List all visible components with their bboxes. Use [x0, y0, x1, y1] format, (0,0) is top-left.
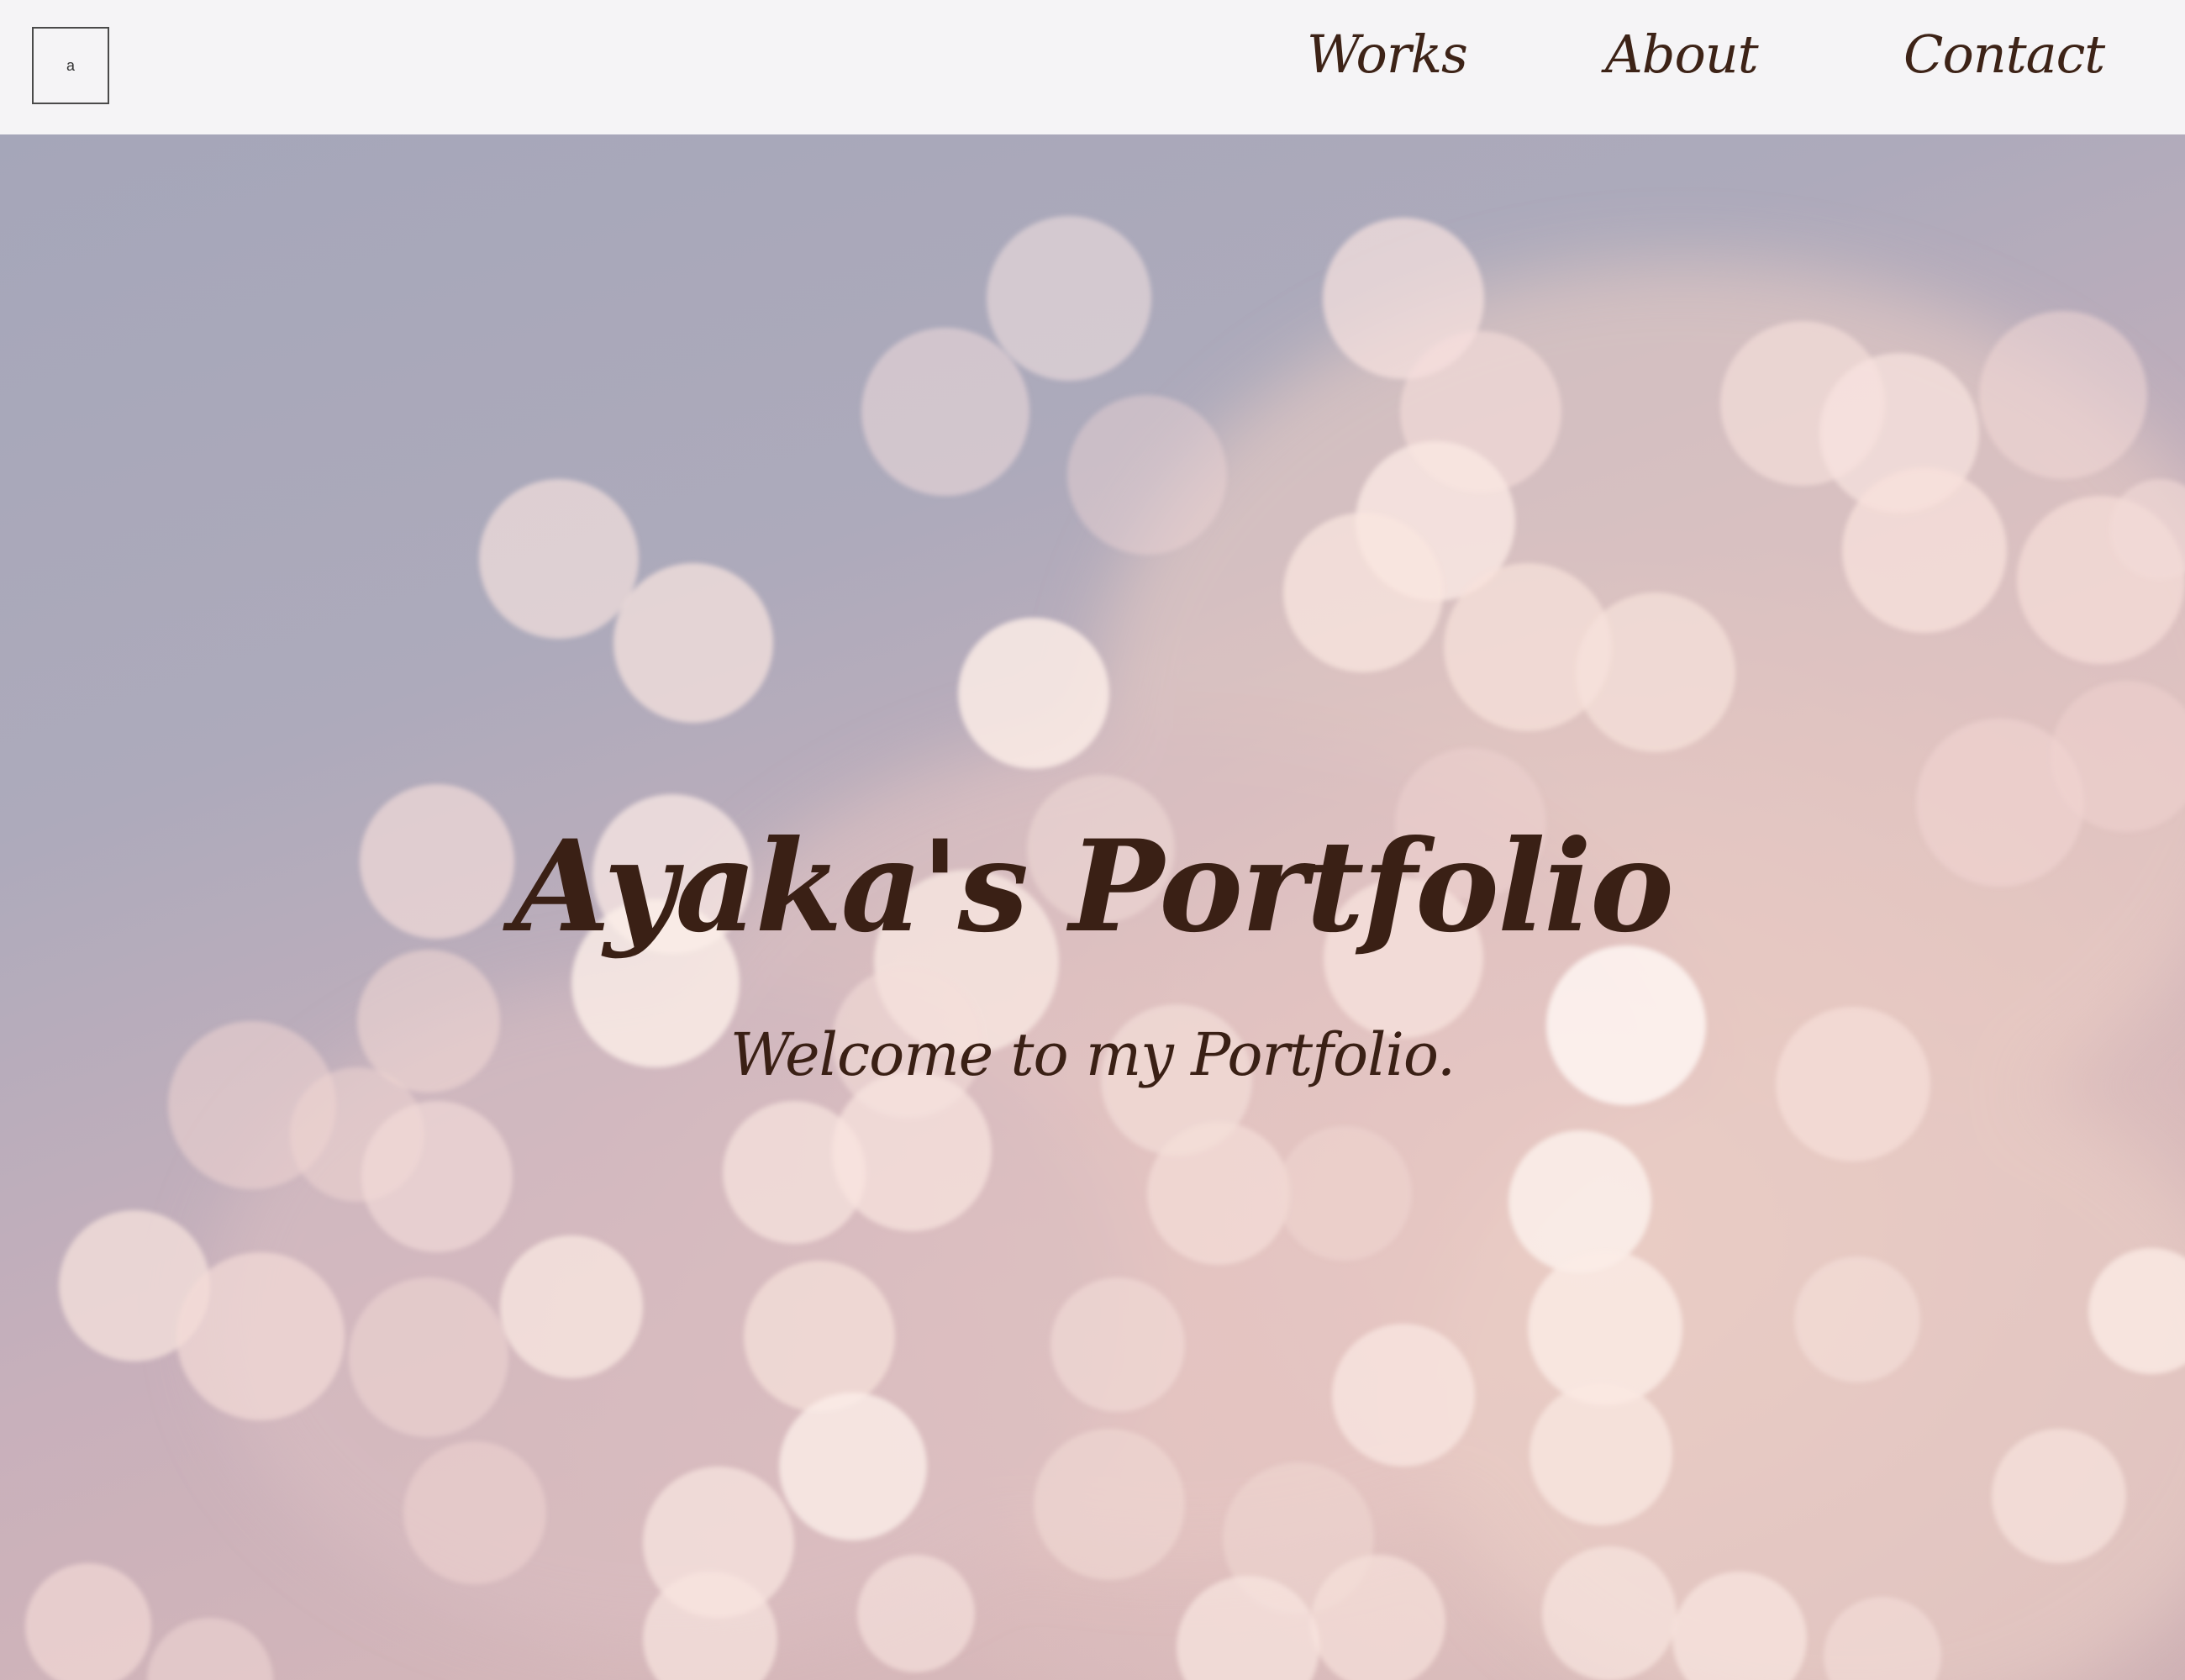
nav-link-works[interactable]: Works	[1307, 24, 1468, 85]
site-header: a Works About Contact	[0, 0, 2185, 134]
nav-link-contact[interactable]: Contact	[1903, 24, 2105, 85]
hero-title: Ayaka's Portfolio	[512, 813, 1674, 961]
hero-subtitle: Welcome to my Portfolio.	[729, 1020, 1456, 1089]
logo-text: a	[66, 56, 75, 74]
page: a Works About Contact Ayaka's Portfolio …	[0, 0, 2185, 1680]
nav-link-about[interactable]: About	[1605, 24, 1759, 85]
hero-section: Ayaka's Portfolio Welcome to my Portfoli…	[0, 134, 2185, 1680]
logo-button[interactable]: a	[32, 27, 109, 104]
